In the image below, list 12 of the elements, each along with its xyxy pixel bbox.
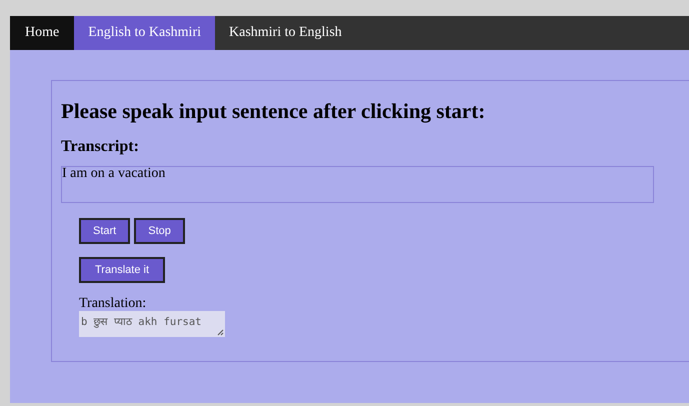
nav-tab[interactable]: Home [10,16,74,50]
action-button[interactable]: Start [79,218,130,244]
translation-label: Translation: [79,297,146,311]
nav-tab[interactable]: Kashmiri to English [215,16,356,50]
transcript-label: Transcript: [61,138,139,156]
page-heading: Please speak input sentence after clicking start: [61,99,486,124]
nav-tab[interactable]: English to Kashmiri [74,16,215,50]
translate-button[interactable]: Translate it [79,257,166,283]
transcript-field[interactable]: I am on a vacation [61,166,654,203]
resize-icon[interactable] [217,329,224,336]
translation-field[interactable]: b छुस प्याठ akh fursat [79,311,225,337]
action-button[interactable]: Stop [134,218,185,244]
